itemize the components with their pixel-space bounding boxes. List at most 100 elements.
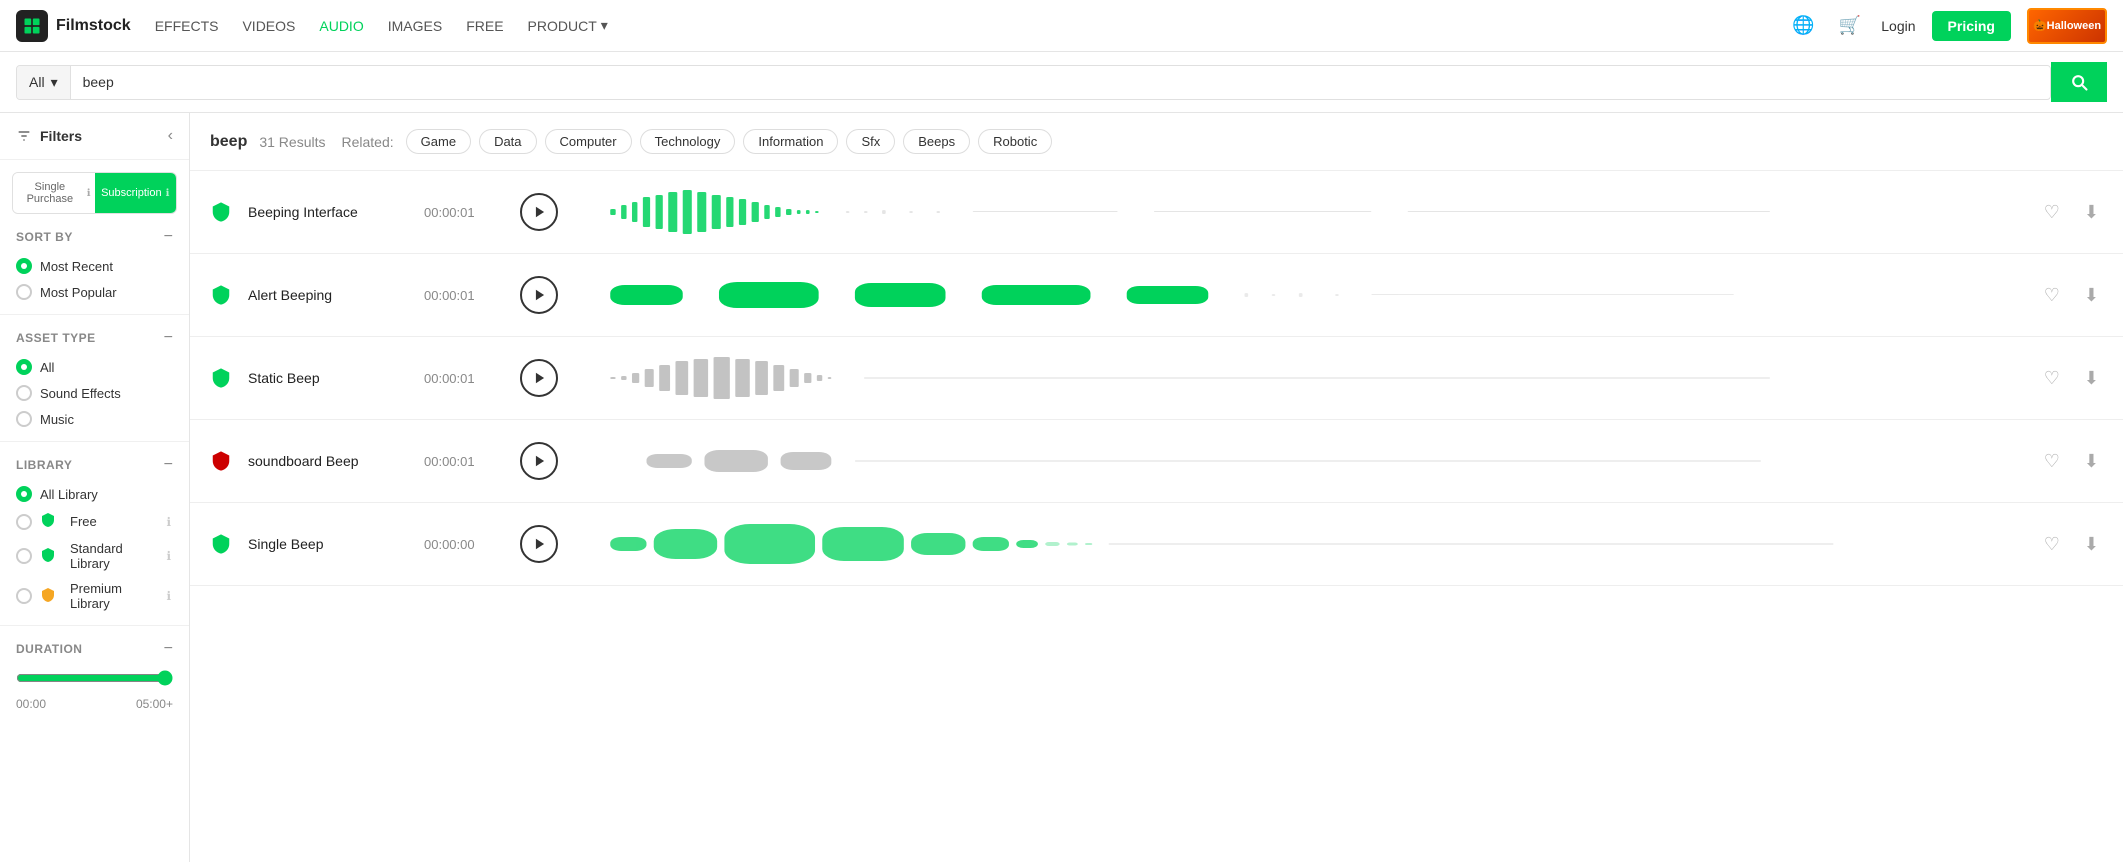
tag-technology[interactable]: Technology: [640, 129, 736, 154]
play-icon: [533, 371, 547, 385]
search-type-select[interactable]: All ▾: [17, 66, 71, 99]
sort-most-recent[interactable]: Most Recent: [16, 258, 173, 274]
track-download-button-4[interactable]: ⬇: [2080, 447, 2103, 476]
nav-product[interactable]: PRODUCT ▾: [528, 17, 608, 34]
library-standard-info-button[interactable]: ℹ: [164, 547, 173, 565]
results-header: beep 31 Results Related: Game Data Compu…: [190, 113, 2123, 170]
duration-range-slider[interactable]: [16, 670, 173, 686]
library-collapse-button[interactable]: −: [164, 456, 173, 474]
library-premium-info-button[interactable]: ℹ: [164, 587, 173, 605]
sort-most-popular-radio: [16, 284, 32, 300]
track-favorite-button-2[interactable]: ♡: [2040, 281, 2064, 310]
track-download-button-2[interactable]: ⬇: [2080, 281, 2103, 310]
track-duration-4: 00:00:01: [424, 454, 504, 469]
track-play-button-5[interactable]: [520, 525, 558, 563]
library-standard[interactable]: Standard Library: [16, 541, 164, 571]
free-shield-icon: [40, 512, 56, 528]
track-row: Static Beep 00:00:01: [190, 337, 2123, 420]
tag-data[interactable]: Data: [479, 129, 536, 154]
track-favorite-button-4[interactable]: ♡: [2040, 447, 2064, 476]
track-list: Beeping Interface 00:00:01: [190, 170, 2123, 586]
track-favorite-button-3[interactable]: ♡: [2040, 364, 2064, 393]
duration-range-labels: 00:00 05:00+: [16, 697, 173, 711]
track-waveform-4: [574, 436, 2024, 486]
library-premium-item: Premium Library ℹ: [16, 581, 173, 611]
track-download-button-5[interactable]: ⬇: [2080, 530, 2103, 559]
logo[interactable]: Filmstock: [16, 10, 131, 42]
library-standard-item: Standard Library ℹ: [16, 541, 173, 571]
track-shield-3: [210, 367, 232, 389]
track-play-button-3[interactable]: [520, 359, 558, 397]
pricing-button[interactable]: Pricing: [1932, 11, 2011, 41]
sort-by-collapse-button[interactable]: −: [164, 228, 173, 246]
track-title-4: soundboard Beep: [248, 453, 408, 469]
track-actions-4: ♡ ⬇: [2040, 447, 2103, 476]
nav-links: EFFECTS VIDEOS AUDIO IMAGES FREE PRODUCT…: [155, 17, 608, 34]
asset-type-section: ASSET TYPE − All Sound Effects Music: [0, 315, 189, 442]
filter-icon: [16, 128, 32, 144]
sidebar: Filters ‹ Single Purchase ℹ Subscription…: [0, 113, 190, 862]
nav-images[interactable]: IMAGES: [388, 18, 442, 34]
tag-beeps[interactable]: Beeps: [903, 129, 970, 154]
purchase-toggle: Single Purchase ℹ Subscription ℹ: [12, 172, 177, 214]
asset-sound-effects[interactable]: Sound Effects: [16, 385, 173, 401]
track-shield-2: [210, 284, 232, 306]
subscription-tab[interactable]: Subscription ℹ: [95, 173, 177, 213]
track-download-button-3[interactable]: ⬇: [2080, 364, 2103, 393]
nav-videos[interactable]: VIDEOS: [242, 18, 295, 34]
nav-effects[interactable]: EFFECTS: [155, 18, 219, 34]
play-icon: [533, 537, 547, 551]
library-header: LIBRARY −: [16, 456, 173, 474]
track-row: soundboard Beep 00:00:01: [190, 420, 2123, 503]
library-standard-radio: [16, 548, 32, 564]
library-free-info-button[interactable]: ℹ: [164, 513, 173, 531]
play-icon: [533, 454, 547, 468]
track-play-button-2[interactable]: [520, 276, 558, 314]
asset-music[interactable]: Music: [16, 411, 173, 427]
asset-all[interactable]: All: [16, 359, 173, 375]
halloween-banner[interactable]: 🎃 Halloween: [2027, 8, 2107, 44]
tag-game[interactable]: Game: [406, 129, 471, 154]
chevron-down-icon: ▾: [601, 17, 608, 34]
library-free-item: Free ℹ: [16, 512, 173, 531]
single-purchase-tab[interactable]: Single Purchase ℹ: [13, 173, 95, 213]
tag-sfx[interactable]: Sfx: [846, 129, 895, 154]
library-free[interactable]: Free: [16, 512, 97, 531]
nav-free[interactable]: FREE: [466, 18, 503, 34]
related-label: Related:: [342, 134, 394, 150]
track-favorite-button-5[interactable]: ♡: [2040, 530, 2064, 559]
search-input[interactable]: [71, 66, 2050, 98]
nav-actions: 🌐 🛒 Login Pricing 🎃 Halloween: [1788, 8, 2107, 44]
cart-icon[interactable]: 🛒: [1835, 11, 1865, 40]
asset-sound-effects-radio: [16, 385, 32, 401]
sidebar-collapse-button[interactable]: ‹: [168, 127, 173, 145]
track-actions-2: ♡ ⬇: [2040, 281, 2103, 310]
track-favorite-button-1[interactable]: ♡: [2040, 198, 2064, 227]
chevron-down-icon: ▾: [51, 74, 58, 91]
duration-collapse-button[interactable]: −: [164, 640, 173, 658]
sort-most-popular[interactable]: Most Popular: [16, 284, 173, 300]
asset-type-collapse-button[interactable]: −: [164, 329, 173, 347]
login-button[interactable]: Login: [1881, 18, 1915, 34]
subscription-info-icon: ℹ: [166, 188, 170, 199]
library-premium[interactable]: Premium Library: [16, 581, 164, 611]
track-download-button-1[interactable]: ⬇: [2080, 198, 2103, 227]
sort-most-recent-radio: [16, 258, 32, 274]
track-shield-5: [210, 533, 232, 555]
tag-information[interactable]: Information: [743, 129, 838, 154]
search-submit-button[interactable]: [2051, 62, 2107, 102]
asset-music-radio: [16, 411, 32, 427]
track-waveform-2: [574, 270, 2024, 320]
track-title-2: Alert Beeping: [248, 287, 408, 303]
track-play-button-1[interactable]: [520, 193, 558, 231]
tag-robotic[interactable]: Robotic: [978, 129, 1052, 154]
logo-icon: [16, 10, 48, 42]
tag-computer[interactable]: Computer: [545, 129, 632, 154]
search-bar-inner: All ▾: [16, 65, 2051, 100]
globe-icon[interactable]: 🌐: [1788, 11, 1818, 40]
library-all[interactable]: All Library: [16, 486, 173, 502]
main-content: beep 31 Results Related: Game Data Compu…: [190, 113, 2123, 862]
nav-audio[interactable]: AUDIO: [319, 18, 363, 34]
track-waveform-1: [574, 187, 2024, 237]
track-play-button-4[interactable]: [520, 442, 558, 480]
